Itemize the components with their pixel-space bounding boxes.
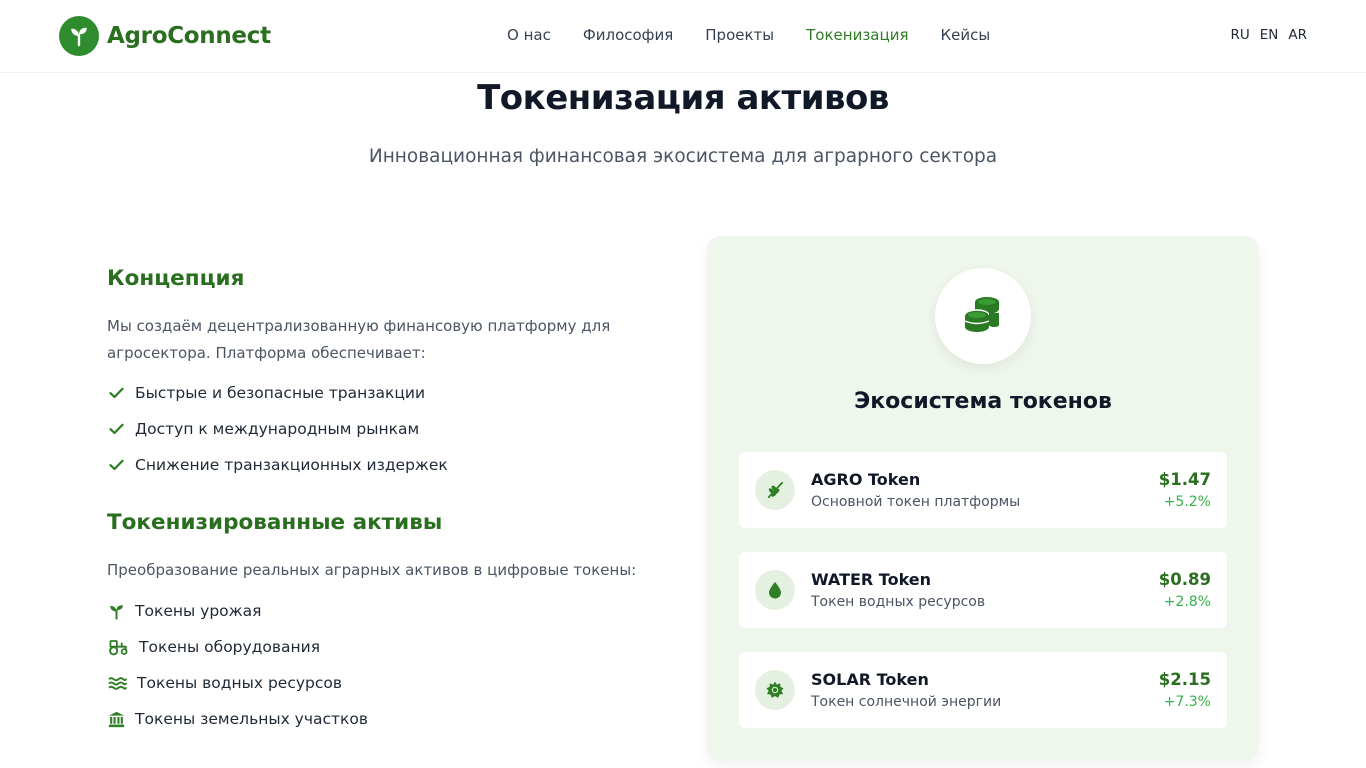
concept-benefits-list: Быстрые и безопасные транзакции Доступ к… bbox=[107, 375, 448, 483]
token-ecosystem-card: Экосистема токенов AGRO Token Основной т… bbox=[707, 236, 1259, 760]
token-change: +2.8% bbox=[1163, 594, 1211, 610]
nav-cases[interactable]: Кейсы bbox=[940, 26, 990, 44]
list-item: Быстрые и безопасные транзакции bbox=[107, 375, 448, 411]
list-item-label: Токены оборудования bbox=[139, 638, 321, 656]
sun-icon bbox=[755, 670, 795, 710]
droplet-icon bbox=[755, 570, 795, 610]
list-item: Снижение транзакционных издержек bbox=[107, 447, 448, 483]
assets-list: Токены урожая Токены оборудования Токены… bbox=[107, 593, 368, 737]
lang-en[interactable]: EN bbox=[1260, 27, 1279, 43]
assets-title: Токенизированные активы bbox=[107, 510, 443, 535]
token-description: Токен водных ресурсов bbox=[811, 594, 986, 610]
list-item-label: Доступ к международным рынкам bbox=[135, 420, 420, 438]
list-item-label: Токены водных ресурсов bbox=[137, 674, 343, 692]
list-item: Токены урожая bbox=[107, 593, 368, 629]
coins-badge bbox=[935, 268, 1031, 364]
main-nav: О нас Философия Проекты Токенизация Кейс… bbox=[507, 26, 990, 44]
token-price: $2.15 bbox=[1158, 670, 1211, 689]
concept-text: Мы создаём децентрализованную финансовую… bbox=[107, 317, 611, 362]
seedling-icon bbox=[107, 602, 125, 620]
nav-tokenization[interactable]: Токенизация bbox=[806, 26, 908, 44]
list-item-label: Снижение транзакционных издержек bbox=[135, 456, 448, 474]
nav-philosophy[interactable]: Философия bbox=[583, 26, 673, 44]
token-name: AGRO Token bbox=[811, 470, 921, 489]
token-price: $0.89 bbox=[1158, 570, 1211, 589]
logo-text: AgroConnect bbox=[107, 23, 271, 49]
token-name: WATER Token bbox=[811, 570, 932, 589]
landmark-icon bbox=[107, 710, 125, 728]
token-card-solar[interactable]: SOLAR Token Токен солнечной энергии $2.1… bbox=[739, 652, 1227, 728]
token-change: +7.3% bbox=[1163, 694, 1211, 710]
list-item: Токены земельных участков bbox=[107, 701, 368, 737]
language-switcher: RU EN AR bbox=[1230, 27, 1307, 43]
assets-text: Преобразование реальных аграрных активов… bbox=[107, 561, 637, 579]
list-item: Токены водных ресурсов bbox=[107, 665, 368, 701]
list-item-label: Быстрые и безопасные транзакции bbox=[135, 384, 426, 402]
site-header: AgroConnect О нас Философия Проекты Токе… bbox=[0, 0, 1366, 73]
token-description: Основной токен платформы bbox=[811, 494, 1021, 510]
list-item: Токены оборудования bbox=[107, 629, 368, 665]
token-name: SOLAR Token bbox=[811, 670, 929, 689]
token-card-agro[interactable]: AGRO Token Основной токен платформы $1.4… bbox=[739, 452, 1227, 528]
list-item-label: Токены урожая bbox=[135, 602, 262, 620]
nav-projects[interactable]: Проекты bbox=[705, 26, 774, 44]
list-item: Доступ к международным рынкам bbox=[107, 411, 448, 447]
seedling-icon bbox=[59, 16, 99, 56]
token-description: Токен солнечной энергии bbox=[811, 694, 1002, 710]
coins-icon bbox=[963, 295, 1003, 337]
ecosystem-title: Экосистема токенов bbox=[854, 389, 1112, 414]
check-icon bbox=[107, 420, 125, 438]
lang-ru[interactable]: RU bbox=[1230, 27, 1249, 43]
page-title: Токенизация активов bbox=[477, 78, 889, 118]
token-price: $1.47 bbox=[1158, 470, 1211, 489]
token-card-water[interactable]: WATER Token Токен водных ресурсов $0.89 … bbox=[739, 552, 1227, 628]
token-change: +5.2% bbox=[1163, 494, 1211, 510]
page-subtitle: Инновационная финансовая экосистема для … bbox=[368, 146, 998, 167]
nav-about[interactable]: О нас bbox=[507, 26, 551, 44]
list-item-label: Токены земельных участков bbox=[135, 710, 369, 728]
check-icon bbox=[107, 456, 125, 474]
water-waves-icon bbox=[107, 674, 127, 692]
concept-title: Концепция bbox=[107, 266, 245, 291]
check-icon bbox=[107, 384, 125, 402]
logo-link[interactable]: AgroConnect bbox=[59, 16, 271, 56]
tractor-icon bbox=[107, 638, 129, 656]
wheat-icon bbox=[755, 470, 795, 510]
lang-ar[interactable]: AR bbox=[1288, 27, 1307, 43]
